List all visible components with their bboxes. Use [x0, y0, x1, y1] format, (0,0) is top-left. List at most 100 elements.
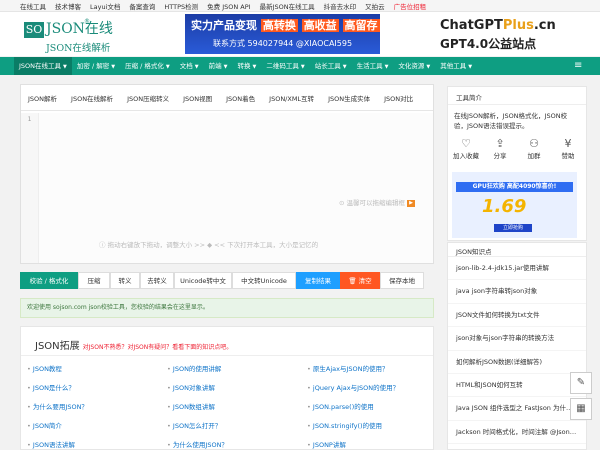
extension-link[interactable]: JSON语法讲解 — [27, 439, 167, 449]
ad-banner-chatgpt[interactable]: ChatGPTPlus.cn GPT4.0公益站点 — [440, 18, 580, 52]
chevron-down-icon: ▼ — [111, 64, 116, 70]
favorite-button[interactable]: ♡ 加入收藏 — [452, 137, 480, 160]
extension-link[interactable]: JSON.stringify()的使用 — [307, 420, 427, 430]
knowledge-link[interactable]: java json字符串转json对象 — [448, 280, 586, 304]
nav-item-culture[interactable]: 文化资源 ▼ — [393, 57, 435, 75]
extension-link[interactable]: JSON怎么打开？ — [167, 420, 307, 430]
tab-json-compare[interactable]: JSON对比 — [377, 93, 420, 103]
top-link-bar: 在线工具 技术博客 Layui文档 备案查询 HTTPS检测 免费 JSON A… — [0, 0, 600, 12]
hamburger-icon[interactable]: ≡ — [574, 60, 588, 72]
edit-icon[interactable]: ✎ — [570, 372, 592, 394]
knowledge-link[interactable]: 如何解析JSON数据(详细解答) — [448, 351, 586, 374]
share-button[interactable]: ⇪ 分享 — [486, 137, 514, 160]
top-link[interactable]: 又拍云 — [365, 1, 385, 11]
unescape-button[interactable]: 去转义 — [140, 272, 174, 289]
extension-link[interactable]: JSON数组讲解 — [167, 401, 307, 411]
group-icon: ⚇ — [529, 137, 539, 150]
site-logo[interactable]: SO JSON在线 ® JSON在线解析 — [24, 18, 154, 54]
money-icon: ¥ — [564, 137, 572, 150]
extension-title: JSON拓展 对JSON不熟悉？对JSON有疑问？看看下面的知识点吧。 — [35, 341, 233, 352]
tool-intro-desc: 在线JSON解析，JSON格式化，JSON校验，JSON语法错误提示。 — [454, 112, 568, 130]
top-link[interactable]: 抖音去水印 — [324, 1, 357, 11]
extension-link[interactable]: JSON.parse()的使用 — [307, 401, 427, 411]
top-link-ad[interactable]: 广告位招租 — [394, 1, 427, 11]
chevron-down-icon: ▼ — [194, 64, 199, 70]
nav-item-webmaster[interactable]: 站长工具 ▼ — [310, 57, 352, 75]
json-input-editor[interactable]: 1 ⊙ 温馨可以拖缩编辑框 ▶ ⓘ 拖动右键放下拖动，调整大小 >> ◆ << … — [21, 113, 433, 263]
logo-registered-mark: ® — [84, 18, 90, 25]
nav-item-qrcode[interactable]: 二维码工具 ▼ — [261, 57, 309, 75]
top-link[interactable]: 在线工具 — [20, 1, 46, 11]
tab-json-compress[interactable]: JSON压缩转义 — [120, 93, 176, 103]
extension-link[interactable]: jQuery Ajax与JSON的使用？ — [307, 382, 427, 392]
site-header: SO JSON在线 ® JSON在线解析 实力产品变现 高转换 高收益 高留存 … — [0, 12, 600, 56]
knowledge-link[interactable]: json对象与json字符串的转换方法 — [448, 327, 586, 351]
tab-json-view[interactable]: JSON视图 — [176, 93, 219, 103]
action-button-row: 校验 / 格式化 压缩 转义 去转义 Unicode转中文 中文转Unicode… — [20, 272, 434, 289]
sponsor-button[interactable]: ¥ 赞助 — [554, 137, 582, 160]
chevron-down-icon: ▼ — [468, 64, 473, 70]
ad-title: GPU狂欢购 高配4090惊喜价! — [456, 182, 573, 192]
save-local-button[interactable]: 保存本地 — [380, 272, 424, 289]
knowledge-link[interactable]: Jackson 时间格式化，时间注解 @Json… — [448, 421, 586, 445]
extension-link[interactable]: JSONP讲解 — [307, 439, 427, 449]
tab-json-online-parse[interactable]: JSON在线解析 — [64, 93, 120, 103]
logo-title: JSON在线 — [46, 21, 113, 37]
chinese-to-unicode-button[interactable]: 中文转Unicode — [232, 272, 296, 289]
escape-button[interactable]: 转义 — [110, 272, 140, 289]
knowledge-link[interactable]: JSON文件如何转换为txt文件 — [448, 304, 586, 328]
extension-link[interactable]: JSON的使用讲解 — [167, 363, 307, 373]
chevron-down-icon: ▼ — [63, 64, 67, 70]
banner-chatgpt-subtitle: GPT4.0公益站点 — [440, 37, 537, 51]
top-link[interactable]: 备案查询 — [129, 1, 155, 11]
nav-item-life[interactable]: 生活工具 ▼ — [352, 57, 394, 75]
top-link[interactable]: 最新JSON在线工具 — [260, 1, 315, 11]
banner-headline: 实力产品变现 高转换 高收益 高留存 — [191, 19, 380, 32]
tab-json-xml[interactable]: JSON/XML互转 — [262, 93, 321, 103]
nav-item-docs[interactable]: 文档 ▼ — [175, 57, 204, 75]
extension-link[interactable]: 为什么使用JSON？ — [167, 439, 307, 449]
knowledge-title: JSON知识点 — [448, 243, 586, 257]
top-link[interactable]: 免费 JSON API — [207, 1, 250, 11]
ad-banner-monetize[interactable]: 实力产品变现 高转换 高收益 高留存 联系方式 594027944 @XIAOC… — [185, 14, 380, 54]
chevron-down-icon: ▼ — [342, 64, 347, 70]
validate-format-button[interactable]: 校验 / 格式化 — [20, 272, 78, 289]
copy-result-button[interactable]: 复制结果 — [296, 272, 340, 289]
join-group-button[interactable]: ⚇ 加群 — [520, 137, 548, 160]
extension-link[interactable]: JSON简介 — [27, 420, 167, 430]
nav-item-encrypt[interactable]: 加密 / 解密 ▼ — [72, 57, 120, 75]
tab-json-entity[interactable]: JSON生成实体 — [321, 93, 377, 103]
extension-link[interactable]: 为什么要用JSON？ — [27, 401, 167, 411]
tab-json-color[interactable]: JSON着色 — [219, 93, 262, 103]
knowledge-link[interactable]: HTML和JSON如何互转 — [448, 374, 586, 398]
qr-icon[interactable]: ▦ — [570, 398, 592, 420]
line-number: 1 — [21, 113, 39, 263]
top-link[interactable]: 技术博客 — [55, 1, 81, 11]
nav-item-compress[interactable]: 压缩 / 格式化 ▼ — [120, 57, 175, 75]
extension-link[interactable]: JSON教程 — [27, 363, 167, 373]
tab-json-parse[interactable]: JSON解析 — [21, 93, 64, 103]
ad-price: 1.69 — [482, 196, 527, 217]
compress-button[interactable]: 压缩 — [78, 272, 110, 289]
extension-link[interactable]: 原生Ajax与JSON的使用？ — [307, 363, 427, 373]
knowledge-link[interactable]: Java JSON 组件选型之 FastJson 为什… — [448, 397, 586, 421]
resize-handle-icon[interactable]: ▶ — [407, 199, 416, 207]
top-link[interactable]: HTTPS检测 — [164, 1, 198, 11]
main-nav: JSON在线工具 ▼ 加密 / 解密 ▼ 压缩 / 格式化 ▼ 文档 ▼ 前端 ▼ 转换 ▼… — [0, 57, 600, 75]
ad-buy-button[interactable]: 立即抢购 — [494, 224, 532, 232]
top-link[interactable]: Layui文档 — [90, 1, 120, 11]
extension-link[interactable]: JSON对象讲解 — [167, 382, 307, 392]
nav-item-frontend[interactable]: 前端 ▼ — [204, 57, 233, 75]
intro-actions: ♡ 加入收藏 ⇪ 分享 ⚇ 加群 ¥ 赞助 — [448, 137, 586, 160]
clear-button[interactable]: 🗑 清空 — [340, 272, 380, 289]
nav-item-json-tools[interactable]: JSON在线工具 ▼ — [14, 57, 72, 75]
nav-item-other[interactable]: 其他工具 ▼ — [435, 57, 477, 75]
extension-link[interactable]: JSON是什么？ — [27, 382, 167, 392]
knowledge-link[interactable]: json-lib-2.4-jdk15.jar使用讲解 — [448, 257, 586, 281]
share-icon: ⇪ — [495, 137, 505, 150]
unicode-to-chinese-button[interactable]: Unicode转中文 — [174, 272, 232, 289]
nav-item-convert[interactable]: 转换 ▼ — [232, 57, 261, 75]
gpu-ad[interactable]: GPU狂欢购 高配4090惊喜价! 1.69 立即抢购 — [452, 172, 577, 238]
json-knowledge-card: JSON知识点 json-lib-2.4-jdk15.jar使用讲解 java … — [447, 242, 587, 450]
banner-contact: 联系方式 594027944 @XIAOCAI595 — [213, 39, 353, 48]
